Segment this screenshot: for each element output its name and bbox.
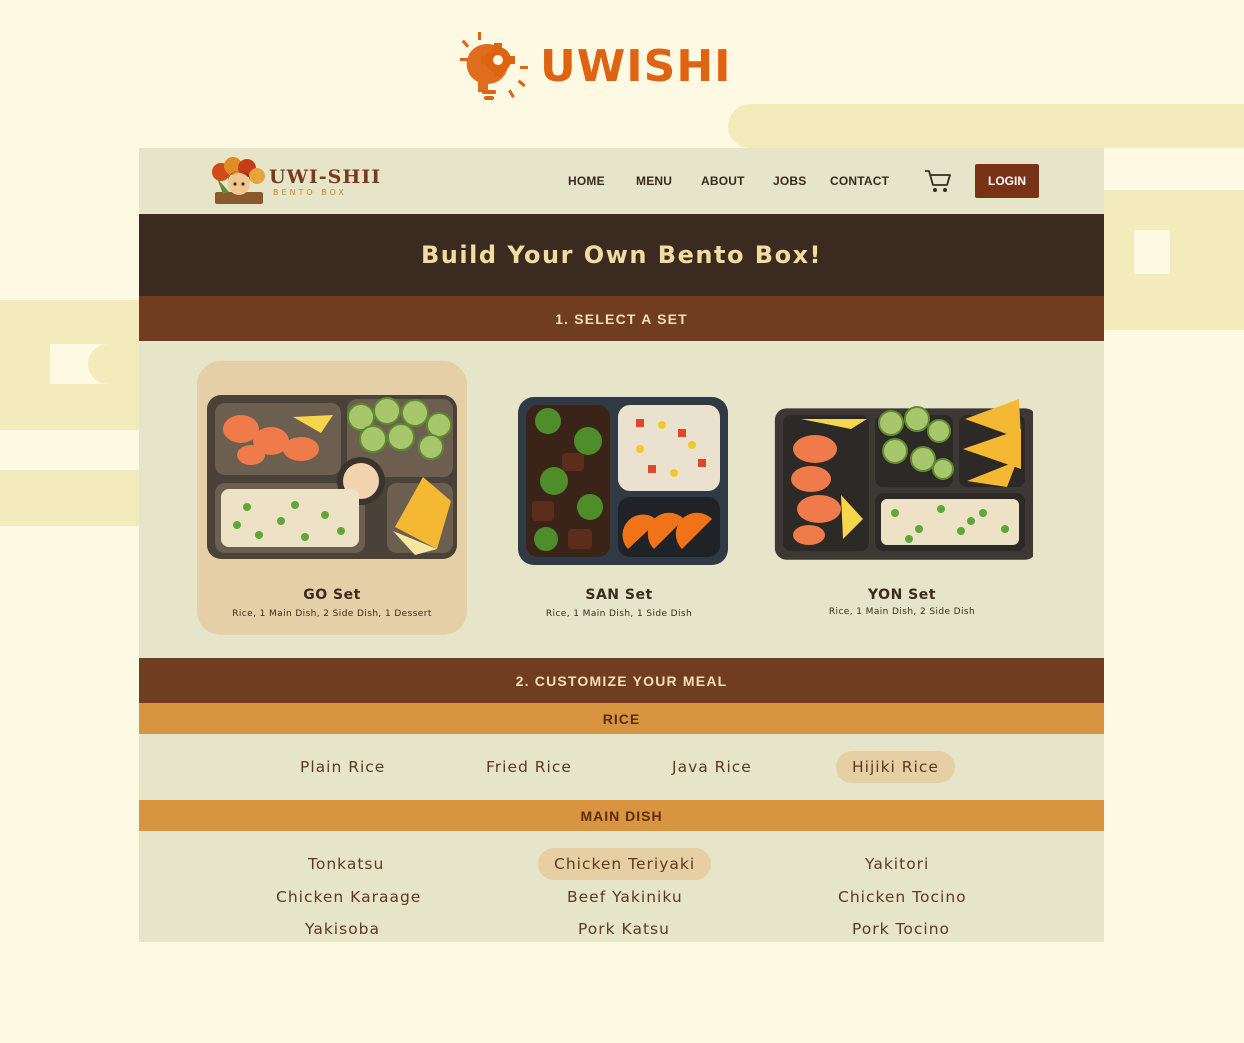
section-customize: 2. CUSTOMIZE YOUR MEAL	[139, 658, 1104, 703]
main-dish-option[interactable]: Beef Yakiniku	[551, 881, 699, 913]
bg-decoration	[1104, 190, 1244, 230]
set-description: Rice, 1 Main Dish, 2 Side Dish	[828, 607, 976, 617]
nav-home[interactable]: HOME	[568, 174, 605, 188]
rice-option-selected[interactable]: Hijiki Rice	[836, 751, 955, 783]
cart-icon[interactable]	[923, 168, 953, 194]
site-logo-sub: BENTO BOX	[273, 187, 347, 197]
set-card-san[interactable]: SAN Set Rice, 1 Main Dish, 1 Side Dish	[484, 361, 754, 635]
set-name: YON Set	[868, 587, 936, 603]
category-main-dish: MAIN DISH	[139, 800, 1104, 831]
rice-option[interactable]: Java Rice	[656, 751, 768, 783]
rice-option[interactable]: Fried Rice	[470, 751, 588, 783]
main-dish-option[interactable]: Pork Katsu	[562, 913, 686, 942]
bento-go-image	[207, 395, 457, 559]
bg-decoration	[0, 344, 50, 384]
bg-decoration	[1104, 230, 1134, 274]
set-name: SAN Set	[585, 587, 653, 603]
rice-option[interactable]: Plain Rice	[284, 751, 401, 783]
bg-decoration	[0, 470, 139, 526]
main-dish-option[interactable]: Chicken Karaage	[260, 881, 437, 913]
nav-about[interactable]: ABOUT	[701, 174, 745, 188]
main-dish-option[interactable]: Yakitori	[849, 848, 945, 880]
bg-decoration	[1104, 274, 1244, 330]
bento-yon-image	[774, 399, 1033, 560]
bento-mascot-icon	[212, 157, 265, 204]
set-card-go[interactable]: GO Set Rice, 1 Main Dish, 2 Side Dish, 1…	[197, 361, 467, 635]
bg-decoration	[728, 104, 1244, 148]
page-title: Build Your Own Bento Box!	[420, 241, 822, 269]
hero-banner: Build Your Own Bento Box!	[139, 214, 1104, 296]
navbar: UWI-SHII BENTO BOX HOME MENU ABOUT JOBS …	[139, 148, 1104, 214]
main-dish-option[interactable]: Pork Tocino	[836, 913, 966, 942]
set-name: GO Set	[303, 587, 361, 603]
brand-name: UWISHI	[540, 40, 732, 92]
login-button[interactable]: LOGIN	[975, 164, 1039, 198]
lightbulb-gear-icon	[460, 32, 528, 100]
set-description: Rice, 1 Main Dish, 2 Side Dish, 1 Desser…	[232, 609, 432, 619]
bg-decoration	[88, 344, 139, 384]
bento-san-image	[518, 397, 728, 565]
app-window: UWI-SHII BENTO BOX HOME MENU ABOUT JOBS …	[139, 148, 1104, 942]
main-dish-option[interactable]: Chicken Tocino	[822, 881, 983, 913]
section-select-set: 1. SELECT A SET	[139, 296, 1104, 341]
set-list: GO Set Rice, 1 Main Dish, 2 Side Dish, 1…	[139, 341, 1104, 658]
bg-decoration	[0, 384, 139, 430]
set-description: Rice, 1 Main Dish, 1 Side Dish	[545, 609, 693, 619]
nav-menu[interactable]: MENU	[636, 174, 672, 188]
site-logo[interactable]: UWI-SHII BENTO BOX	[211, 156, 381, 206]
main-dish-option-selected[interactable]: Chicken Teriyaki	[538, 848, 712, 880]
nav-jobs[interactable]: JOBS	[773, 174, 806, 188]
category-rice: RICE	[139, 703, 1104, 734]
main-dish-option[interactable]: Yakisoba	[289, 913, 396, 942]
rice-options: Plain Rice Fried Rice Java Rice Hijiki R…	[139, 734, 1104, 800]
nav-contact[interactable]: CONTACT	[830, 174, 889, 188]
bg-decoration	[1170, 230, 1244, 274]
set-card-yon[interactable]: YON Set Rice, 1 Main Dish, 2 Side Dish	[767, 361, 1037, 635]
main-dish-option[interactable]: Tonkatsu	[292, 848, 400, 880]
site-logo-name: UWI-SHII	[269, 165, 382, 188]
brand-header: UWISHI	[458, 30, 732, 102]
bg-decoration	[0, 300, 139, 344]
main-dish-options: Tonkatsu Chicken Teriyaki Yakitori Chick…	[139, 831, 1104, 942]
